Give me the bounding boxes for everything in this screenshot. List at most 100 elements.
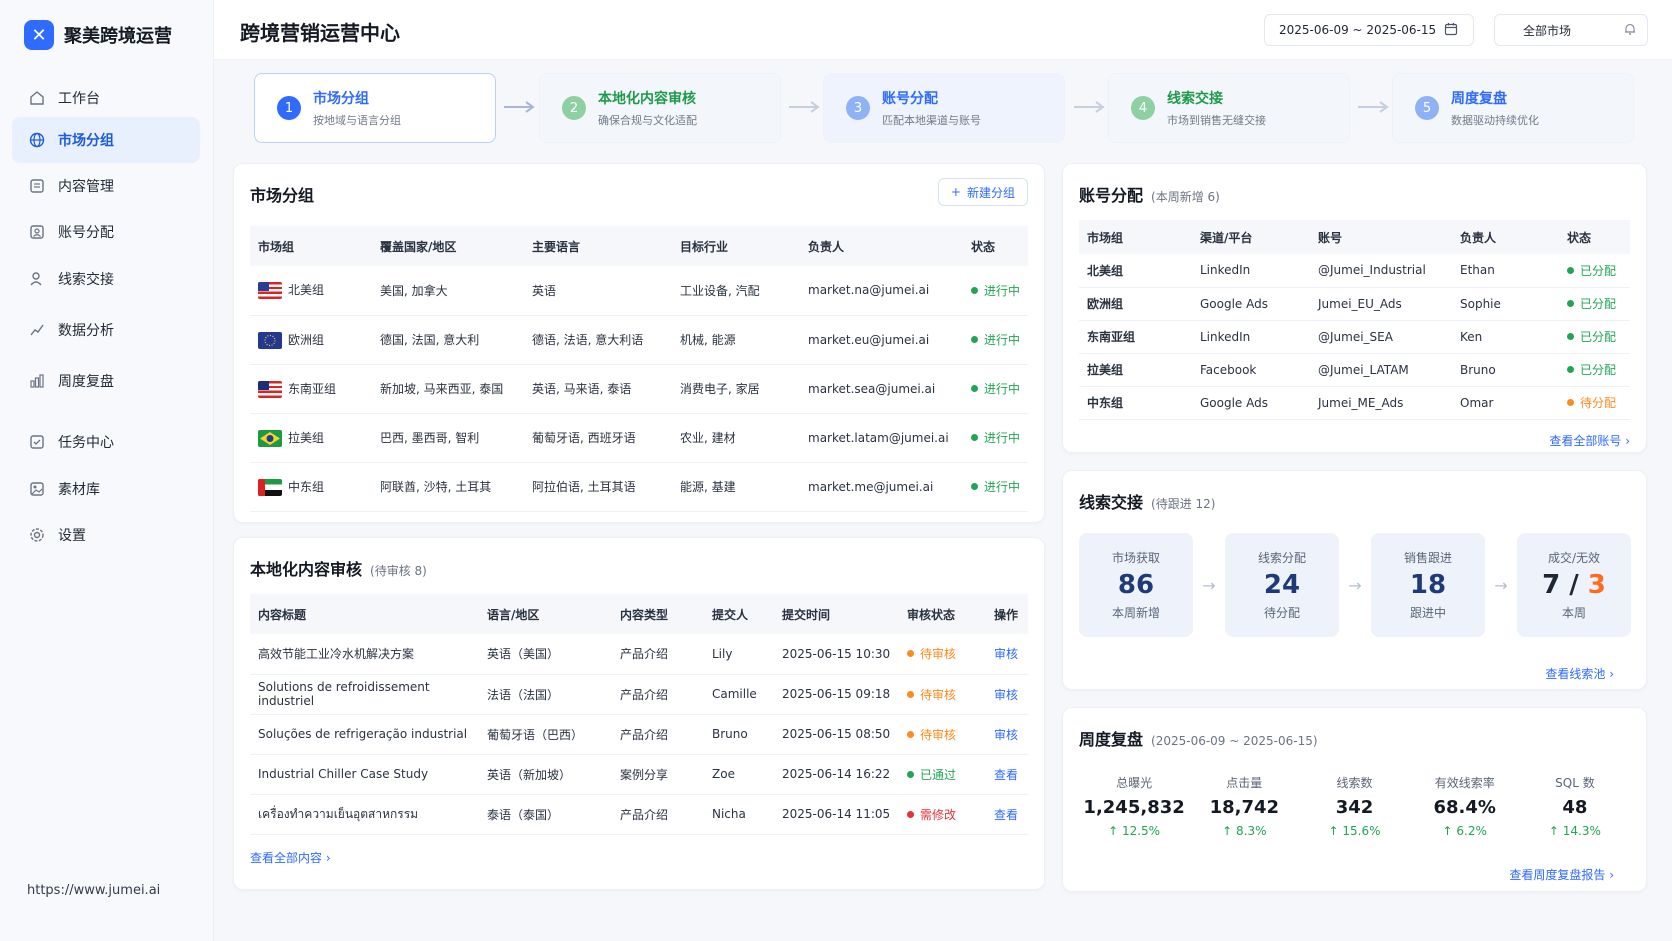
chevron-right-icon: → — [1348, 575, 1362, 595]
metric-change: ↑ 8.3% — [1222, 824, 1267, 838]
table-row[interactable]: 中东组 阿联酋, 沙特, 土耳其 阿拉伯语, 土耳其语 能源, 基建 marke… — [250, 462, 1028, 512]
stage-value: 24 — [1263, 570, 1301, 600]
sidebar-item-accounts[interactable]: 账号分配 — [12, 209, 200, 255]
owner: Ethan — [1452, 254, 1559, 288]
sidebar-item-weekly-review[interactable]: 周度复盘 — [12, 358, 200, 404]
view-action[interactable]: 查看 — [986, 754, 1028, 795]
new-count: (本周新增 6) — [1151, 190, 1220, 204]
status-badge: 已分配 — [1567, 262, 1616, 279]
followup-count: (待跟进 12) — [1151, 497, 1216, 511]
col-header: 操作 — [986, 594, 1028, 634]
funnel-stage[interactable]: 线索分配 24 待分配 — [1225, 533, 1339, 637]
step-content-review[interactable]: 2 本地化内容审核 确保合规与文化适配 — [539, 73, 781, 143]
table-row[interactable]: Industrial Chiller Case Study 英语（新加坡） 案例… — [250, 754, 1028, 795]
group-name: 拉美组 — [288, 430, 325, 445]
review-icon — [28, 372, 46, 390]
step-title: 账号分配 — [882, 91, 938, 107]
review-action[interactable]: 审核 — [986, 674, 1028, 715]
card-title-wrap: 周度复盘 (2025-06-09 ~ 2025-06-15) — [1079, 726, 1318, 750]
content-type: 产品介绍 — [612, 714, 704, 755]
brand-logo-icon: ✕ — [24, 20, 54, 50]
bell-icon[interactable] — [1623, 22, 1637, 39]
industry: 能源, 基建 — [672, 462, 800, 512]
metric-value: 68.4% — [1433, 797, 1496, 818]
table-row[interactable]: Soluções de refrigeração industrial 葡萄牙语… — [250, 714, 1028, 755]
step-title: 线索交接 — [1167, 91, 1223, 107]
sidebar-item-label: 内容管理 — [58, 179, 114, 195]
table-row[interactable]: 欧洲组 Google Ads Jumei_EU_Ads Sophie 已分配 — [1079, 287, 1630, 321]
step-weekly-review[interactable]: 5 周度复盘 数据驱动持续优化 — [1392, 73, 1634, 143]
view-action[interactable]: 查看 — [986, 794, 1028, 835]
view-all-content-link[interactable]: 查看全部内容 › — [250, 849, 331, 866]
owner: Bruno — [1452, 353, 1559, 387]
stage-label: 销售跟进 — [1403, 551, 1452, 565]
sidebar-item-content[interactable]: 内容管理 — [12, 163, 200, 209]
status-badge: 进行中 — [971, 478, 1020, 495]
site-url[interactable]: https://www.jumei.ai — [27, 883, 160, 898]
col-header: 内容类型 — [612, 594, 704, 634]
owner: market.latam@jumei.ai — [800, 413, 963, 463]
sidebar-item-assets[interactable]: 素材库 — [12, 466, 200, 512]
table-row[interactable]: 北美组 美国, 加拿大 英语 工业设备, 汽配 market.na@jumei.… — [250, 266, 1028, 316]
col-header: 状态 — [963, 226, 1028, 266]
step-account-assignment[interactable]: 3 账号分配 匹配本地渠道与账号 — [823, 73, 1065, 143]
step-title: 本地化内容审核 — [598, 91, 696, 107]
view-weekly-report-link[interactable]: 查看周度复盘报告 › — [1509, 866, 1614, 883]
table-row[interactable]: 欧洲组 德国, 法国, 意大利 德语, 法语, 意大利语 机械, 能源 mark… — [250, 315, 1028, 365]
view-lead-pool-link[interactable]: 查看线索池 › — [1545, 665, 1614, 682]
uae-flag-icon — [258, 478, 282, 496]
funnel-stage[interactable]: 市场获取 86 本周新增 — [1079, 533, 1193, 637]
table-row[interactable]: 北美组 LinkedIn @Jumei_Industrial Ethan 已分配 — [1079, 254, 1630, 288]
funnel-stage[interactable]: 销售跟进 18 跟进中 — [1371, 533, 1485, 637]
sidebar-item-analytics[interactable]: 数据分析 — [12, 307, 200, 353]
new-group-button[interactable]: + 新建分组 — [937, 178, 1028, 206]
sidebar-item-tasks[interactable]: 任务中心 — [12, 419, 200, 465]
status-badge: 进行中 — [971, 429, 1020, 446]
card-title: 线索交接 — [1079, 493, 1144, 512]
table-row[interactable]: 拉美组 巴西, 墨西哥, 智利 葡萄牙语, 西班牙语 农业, 建材 market… — [250, 413, 1028, 463]
metric-change: ↑ 12.5% — [1108, 824, 1161, 838]
table-row[interactable]: 拉美组 Facebook @Jumei_LATAM Bruno 已分配 — [1079, 353, 1630, 387]
status-badge: 进行中 — [971, 380, 1020, 397]
step-market-groups[interactable]: 1 市场分组 按地域与语言分组 — [254, 73, 496, 143]
account: Jumei_ME_Ads — [1310, 386, 1452, 420]
market-select[interactable]: 全部市场 — [1494, 14, 1648, 46]
metric-value: 1,245,832 — [1083, 797, 1185, 818]
stage-sub: 跟进中 — [1409, 606, 1446, 620]
status-badge: 已通过 — [907, 766, 956, 783]
table-row[interactable]: เครื่องทำความเย็นอุตสาหกรรม 泰语（泰国） 产品介绍 … — [250, 794, 1028, 835]
arrow-right-icon — [789, 101, 820, 113]
funnel-stage[interactable]: 成交/无效 7 / 3 本周 — [1517, 533, 1631, 637]
col-header: 主要语言 — [524, 226, 672, 266]
view-all-accounts-link[interactable]: 查看全部账号 › — [1549, 432, 1630, 449]
stage-value: 86 — [1117, 570, 1155, 600]
industry: 农业, 建材 — [672, 413, 800, 463]
col-header: 内容标题 — [250, 594, 479, 634]
date-range-picker[interactable]: 2025-06-09 ~ 2025-06-15 — [1264, 14, 1474, 46]
eu-flag-icon — [258, 331, 282, 349]
status-badge: 已分配 — [1567, 328, 1616, 345]
analytics-icon — [28, 321, 46, 339]
brand[interactable]: ✕ 聚美跨境运营 — [24, 20, 172, 50]
table-row[interactable]: 东南亚组 新加坡, 马来西亚, 泰国 英语, 马来语, 泰语 消费电子, 家居 … — [250, 364, 1028, 414]
table-row[interactable]: 高效节能工业冷水机解决方案 英语（美国） 产品介绍 Lily 2025-06-1… — [250, 634, 1028, 675]
account: @Jumei_LATAM — [1310, 353, 1452, 387]
review-action[interactable]: 审核 — [986, 634, 1028, 675]
content-review-card: 本地化内容审核 (待审核 8) 内容标题 语言/地区 内容类型 提交人 提交时间… — [233, 537, 1045, 890]
content-lang: 葡萄牙语（巴西） — [479, 714, 612, 755]
sidebar-item-workbench[interactable]: 工作台 — [12, 75, 200, 121]
step-lead-handoff[interactable]: 4 线索交接 市场到销售无缝交接 — [1108, 73, 1350, 143]
metric-change: ↑ 15.6% — [1328, 824, 1381, 838]
status-badge: 待分配 — [1567, 394, 1616, 411]
step-subtitle: 匹配本地渠道与账号 — [882, 114, 981, 127]
table-row[interactable]: 东南亚组 LinkedIn @Jumei_SEA Ken 已分配 — [1079, 320, 1630, 354]
group: 欧洲组 — [1079, 287, 1192, 321]
account-assignment-card: 账号分配 (本周新增 6) 市场组 渠道/平台 账号 负责人 状态 北美组 Li… — [1062, 163, 1647, 453]
table-row[interactable]: Solutions de refroidissement industriel … — [250, 674, 1028, 715]
sidebar-item-market-groups[interactable]: 市场分组 — [12, 117, 200, 163]
table-row[interactable]: 中东组 Google Ads Jumei_ME_Ads Omar 待分配 — [1079, 386, 1630, 420]
sidebar-item-lead-handoff[interactable]: 线索交接 — [12, 256, 200, 302]
review-action[interactable]: 审核 — [986, 714, 1028, 755]
sidebar-item-settings[interactable]: 设置 — [12, 512, 200, 558]
industry: 消费电子, 家居 — [672, 364, 800, 414]
